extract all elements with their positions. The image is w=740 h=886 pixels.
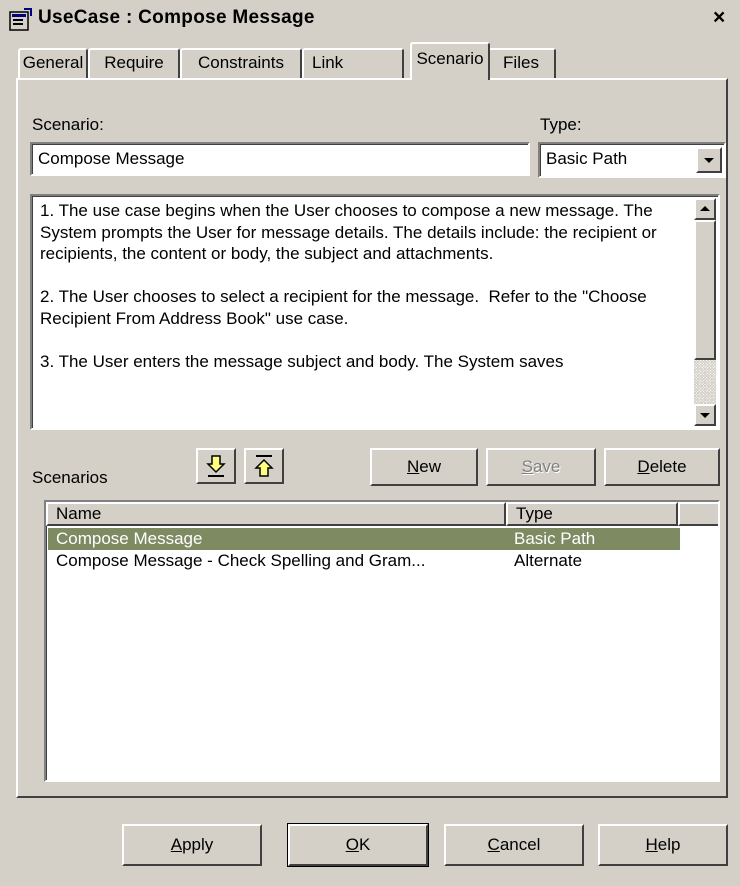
- arrow-down-icon: [700, 413, 710, 418]
- new-button-label: New: [406, 457, 441, 476]
- scroll-thumb[interactable]: [694, 220, 716, 360]
- scroll-up-button[interactable]: [694, 198, 716, 220]
- title-bar[interactable]: UseCase : Compose Message ×: [0, 0, 740, 40]
- tab-label: Require: [104, 53, 164, 72]
- properties-icon: [9, 8, 32, 31]
- tab-general[interactable]: General: [18, 48, 88, 78]
- chevron-down-icon: [704, 158, 714, 163]
- move-up-icon: [206, 455, 226, 477]
- tab-require[interactable]: Require: [88, 48, 180, 78]
- tab-label: Constraints: [198, 53, 284, 72]
- scenarios-list[interactable]: Name Type Compose Message Basic Path Com…: [44, 500, 720, 782]
- scenario-label: Scenario:: [32, 115, 104, 134]
- move-down-icon: [254, 455, 274, 477]
- apply-button[interactable]: Apply: [122, 824, 262, 866]
- tab-label: General: [22, 53, 84, 72]
- row-name: Compose Message: [56, 529, 203, 548]
- column-header-type[interactable]: Type: [506, 502, 678, 526]
- close-icon[interactable]: ×: [713, 6, 725, 30]
- ok-button[interactable]: OK: [287, 823, 429, 867]
- scroll-down-button[interactable]: [694, 404, 716, 426]
- save-button-label: Save: [521, 457, 561, 476]
- help-button[interactable]: Help: [598, 824, 728, 866]
- apply-button-label: Apply: [170, 835, 214, 854]
- row-type: Alternate: [514, 551, 583, 570]
- move-down-button[interactable]: [244, 448, 284, 484]
- window-title: UseCase : Compose Message: [38, 7, 315, 28]
- row-type: Basic Path: [514, 529, 596, 548]
- column-header-label: Name: [56, 504, 102, 523]
- arrow-up-icon: [700, 206, 710, 211]
- tab-link[interactable]: Link: [302, 48, 404, 78]
- tab-scenario[interactable]: Scenario: [410, 42, 490, 80]
- type-dropdown-button[interactable]: [696, 147, 722, 173]
- tab-label: Link: [312, 53, 344, 72]
- tab-label: Scenario: [416, 49, 484, 68]
- type-label: Type:: [540, 115, 582, 134]
- cancel-button[interactable]: Cancel: [444, 824, 584, 866]
- tab-label: Files: [503, 53, 539, 72]
- new-button[interactable]: New: [370, 448, 478, 486]
- scenario-description-text: 1. The use case begins when the User cho…: [40, 201, 657, 371]
- tab-files[interactable]: Files: [486, 48, 556, 78]
- delete-button[interactable]: Delete: [604, 448, 720, 486]
- scenario-name-value: Compose Message: [38, 149, 185, 168]
- table-row[interactable]: Compose Message Basic Path: [48, 528, 680, 550]
- table-row[interactable]: Compose Message - Check Spelling and Gra…: [48, 550, 680, 572]
- scenarios-label: Scenarios: [32, 468, 108, 487]
- delete-button-label: Delete: [637, 457, 687, 476]
- column-header-filler: [678, 502, 718, 526]
- ok-button-label: OK: [345, 835, 371, 854]
- scenario-name-input[interactable]: Compose Message: [30, 142, 530, 176]
- column-header-label: Type: [516, 504, 553, 523]
- move-up-button[interactable]: [196, 448, 236, 484]
- save-button[interactable]: Save: [486, 448, 596, 486]
- type-select[interactable]: Basic Path: [538, 142, 726, 178]
- help-button-label: Help: [645, 835, 681, 854]
- scenario-description-textarea[interactable]: 1. The use case begins when the User cho…: [30, 194, 720, 430]
- tab-constraints[interactable]: Constraints: [180, 48, 302, 78]
- column-header-name[interactable]: Name: [46, 502, 506, 526]
- cancel-button-label: Cancel: [487, 835, 541, 854]
- row-name: Compose Message - Check Spelling and Gra…: [56, 551, 426, 570]
- type-select-value: Basic Path: [546, 149, 628, 168]
